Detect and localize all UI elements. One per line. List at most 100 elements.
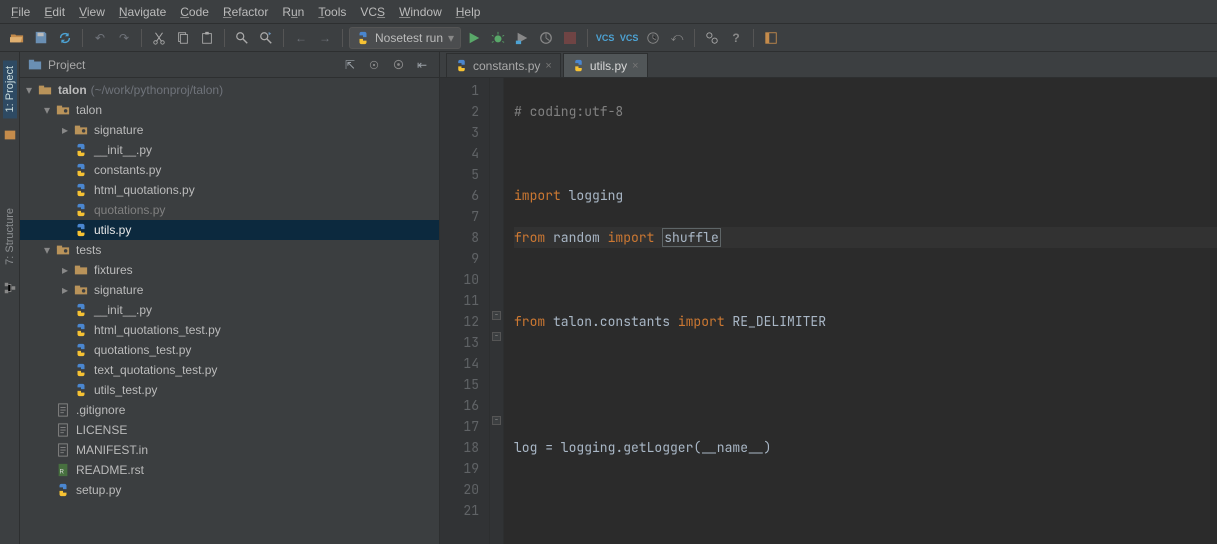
editor-body[interactable]: 123456789101112131415161718192021 − − − … <box>440 78 1217 544</box>
fold-marker-icon[interactable]: − <box>492 332 501 341</box>
redo-icon[interactable]: ↷ <box>113 27 135 49</box>
tree-item-tquot[interactable]: quotations_test.py <box>20 340 439 360</box>
tree-label: html_quotations.py <box>94 183 195 197</box>
profile-icon[interactable] <box>535 27 557 49</box>
tree-item-htmlq[interactable]: html_quotations.py <box>20 180 439 200</box>
folder-icon <box>73 262 89 278</box>
back-icon[interactable]: ← <box>290 27 312 49</box>
help-icon[interactable]: ? <box>725 27 747 49</box>
replace-icon[interactable] <box>255 27 277 49</box>
menu-window[interactable]: Window <box>392 3 449 21</box>
tree-item-tests[interactable]: ▾ tests <box>20 240 439 260</box>
vcs-commit-icon[interactable]: VCS <box>618 27 640 49</box>
menu-run[interactable]: Run <box>275 3 311 21</box>
cut-icon[interactable] <box>148 27 170 49</box>
tree-item-ttextq[interactable]: text_quotations_test.py <box>20 360 439 380</box>
python-file-icon <box>73 302 89 318</box>
text-file-icon <box>55 402 71 418</box>
paste-icon[interactable] <box>196 27 218 49</box>
copy-icon[interactable] <box>172 27 194 49</box>
vcs-history-icon[interactable] <box>642 27 664 49</box>
chevron-right-icon[interactable]: ▸ <box>60 265 70 275</box>
menu-view[interactable]: View <box>72 3 112 21</box>
python-file-icon <box>73 162 89 178</box>
tree-item-gitignore[interactable]: .gitignore <box>20 400 439 420</box>
close-tab-icon[interactable]: × <box>632 60 638 72</box>
settings-icon[interactable] <box>701 27 723 49</box>
sync-icon[interactable] <box>54 27 76 49</box>
tool-window-project[interactable]: 1: Project <box>3 60 17 118</box>
chevron-down-icon[interactable]: ▾ <box>42 105 52 115</box>
tree-label: text_quotations_test.py <box>94 363 217 377</box>
tree-item-tinit[interactable]: __init__.py <box>20 300 439 320</box>
tree-item-talon-pkg[interactable]: ▾ talon <box>20 100 439 120</box>
menu-vcs[interactable]: VCS <box>353 3 392 21</box>
forward-icon[interactable]: → <box>314 27 336 49</box>
tree-item-manifest[interactable]: MANIFEST.in <box>20 440 439 460</box>
project-tree[interactable]: ▾ talon (~/work/pythonproj/talon) ▾ talo… <box>20 78 439 544</box>
debug-icon[interactable] <box>487 27 509 49</box>
menu-refactor[interactable]: Refactor <box>216 3 275 21</box>
run-config-label: Nosetest run <box>375 31 443 45</box>
chevron-down-icon[interactable]: ▾ <box>42 245 52 255</box>
vcs-update-icon[interactable]: VCS <box>594 27 616 49</box>
run-config-selector[interactable]: Nosetest run ▾ <box>349 27 461 49</box>
tree-root[interactable]: ▾ talon (~/work/pythonproj/talon) <box>20 80 439 100</box>
tree-item-license[interactable]: LICENSE <box>20 420 439 440</box>
tree-item-quotations[interactable]: quotations.py <box>20 200 439 220</box>
panel-menu-icon[interactable] <box>389 56 407 74</box>
save-all-icon[interactable] <box>30 27 52 49</box>
vcs-revert-icon[interactable]: ⤺ <box>666 27 688 49</box>
layout-icon[interactable] <box>760 27 782 49</box>
editor-tab-constants[interactable]: constants.py × <box>446 53 561 77</box>
left-tool-stripe: 1: Project 7: Structure <box>0 52 20 544</box>
python-file-icon <box>572 59 585 72</box>
editor-tab-utils[interactable]: utils.py × <box>563 53 648 77</box>
menu-navigate[interactable]: Navigate <box>112 3 173 21</box>
python-file-icon <box>73 342 89 358</box>
tree-label: utils_test.py <box>94 383 157 397</box>
tree-item-tutils[interactable]: utils_test.py <box>20 380 439 400</box>
tree-item-signature2[interactable]: ▸ signature <box>20 280 439 300</box>
menu-edit[interactable]: Edit <box>37 3 72 21</box>
find-icon[interactable] <box>231 27 253 49</box>
tree-item-signature[interactable]: ▸ signature <box>20 120 439 140</box>
python-file-icon <box>455 59 468 72</box>
hide-panel-icon[interactable]: ⇤ <box>413 56 431 74</box>
package-icon <box>55 242 71 258</box>
tree-item-utils[interactable]: utils.py <box>20 220 439 240</box>
coverage-icon[interactable] <box>511 27 533 49</box>
menu-code[interactable]: Code <box>173 3 216 21</box>
chevron-down-icon[interactable]: ▾ <box>24 85 34 95</box>
close-tab-icon[interactable]: × <box>545 60 551 72</box>
run-icon[interactable] <box>463 27 485 49</box>
fold-marker-icon[interactable]: − <box>492 416 501 425</box>
stop-icon[interactable] <box>559 27 581 49</box>
tree-item-setup[interactable]: setup.py <box>20 480 439 500</box>
menu-tools[interactable]: Tools <box>311 3 353 21</box>
chevron-right-icon[interactable]: ▸ <box>60 285 70 295</box>
chevron-right-icon[interactable]: ▸ <box>60 125 70 135</box>
scroll-to-source-icon[interactable] <box>365 56 383 74</box>
tree-label: __init__.py <box>94 143 152 157</box>
code-text: # coding:utf-8 <box>514 103 623 120</box>
menu-help[interactable]: Help <box>449 3 488 21</box>
open-icon[interactable] <box>6 27 28 49</box>
menu-file[interactable]: File <box>4 3 37 21</box>
fold-marker-icon[interactable]: − <box>492 311 501 320</box>
toolbar: ↶ ↷ ← → Nosetest run ▾ VCS VCS ⤺ ? <box>0 24 1217 52</box>
undo-icon[interactable]: ↶ <box>89 27 111 49</box>
collapse-all-icon[interactable]: ⇱ <box>341 56 359 74</box>
tree-label: quotations_test.py <box>94 343 191 357</box>
rst-file-icon: R <box>55 462 71 478</box>
code-area[interactable]: # coding:utf-8 import logging from rando… <box>504 78 1217 544</box>
tree-item-init[interactable]: __init__.py <box>20 140 439 160</box>
tool-window-structure[interactable]: 7: Structure <box>3 202 17 271</box>
fold-gutter[interactable]: − − − <box>490 78 504 544</box>
tree-item-readme[interactable]: R README.rst <box>20 460 439 480</box>
tree-item-constants[interactable]: constants.py <box>20 160 439 180</box>
tree-label: __init__.py <box>94 303 152 317</box>
tree-item-thtmlq[interactable]: html_quotations_test.py <box>20 320 439 340</box>
tree-item-fixtures[interactable]: ▸ fixtures <box>20 260 439 280</box>
tree-label: signature <box>94 283 143 297</box>
